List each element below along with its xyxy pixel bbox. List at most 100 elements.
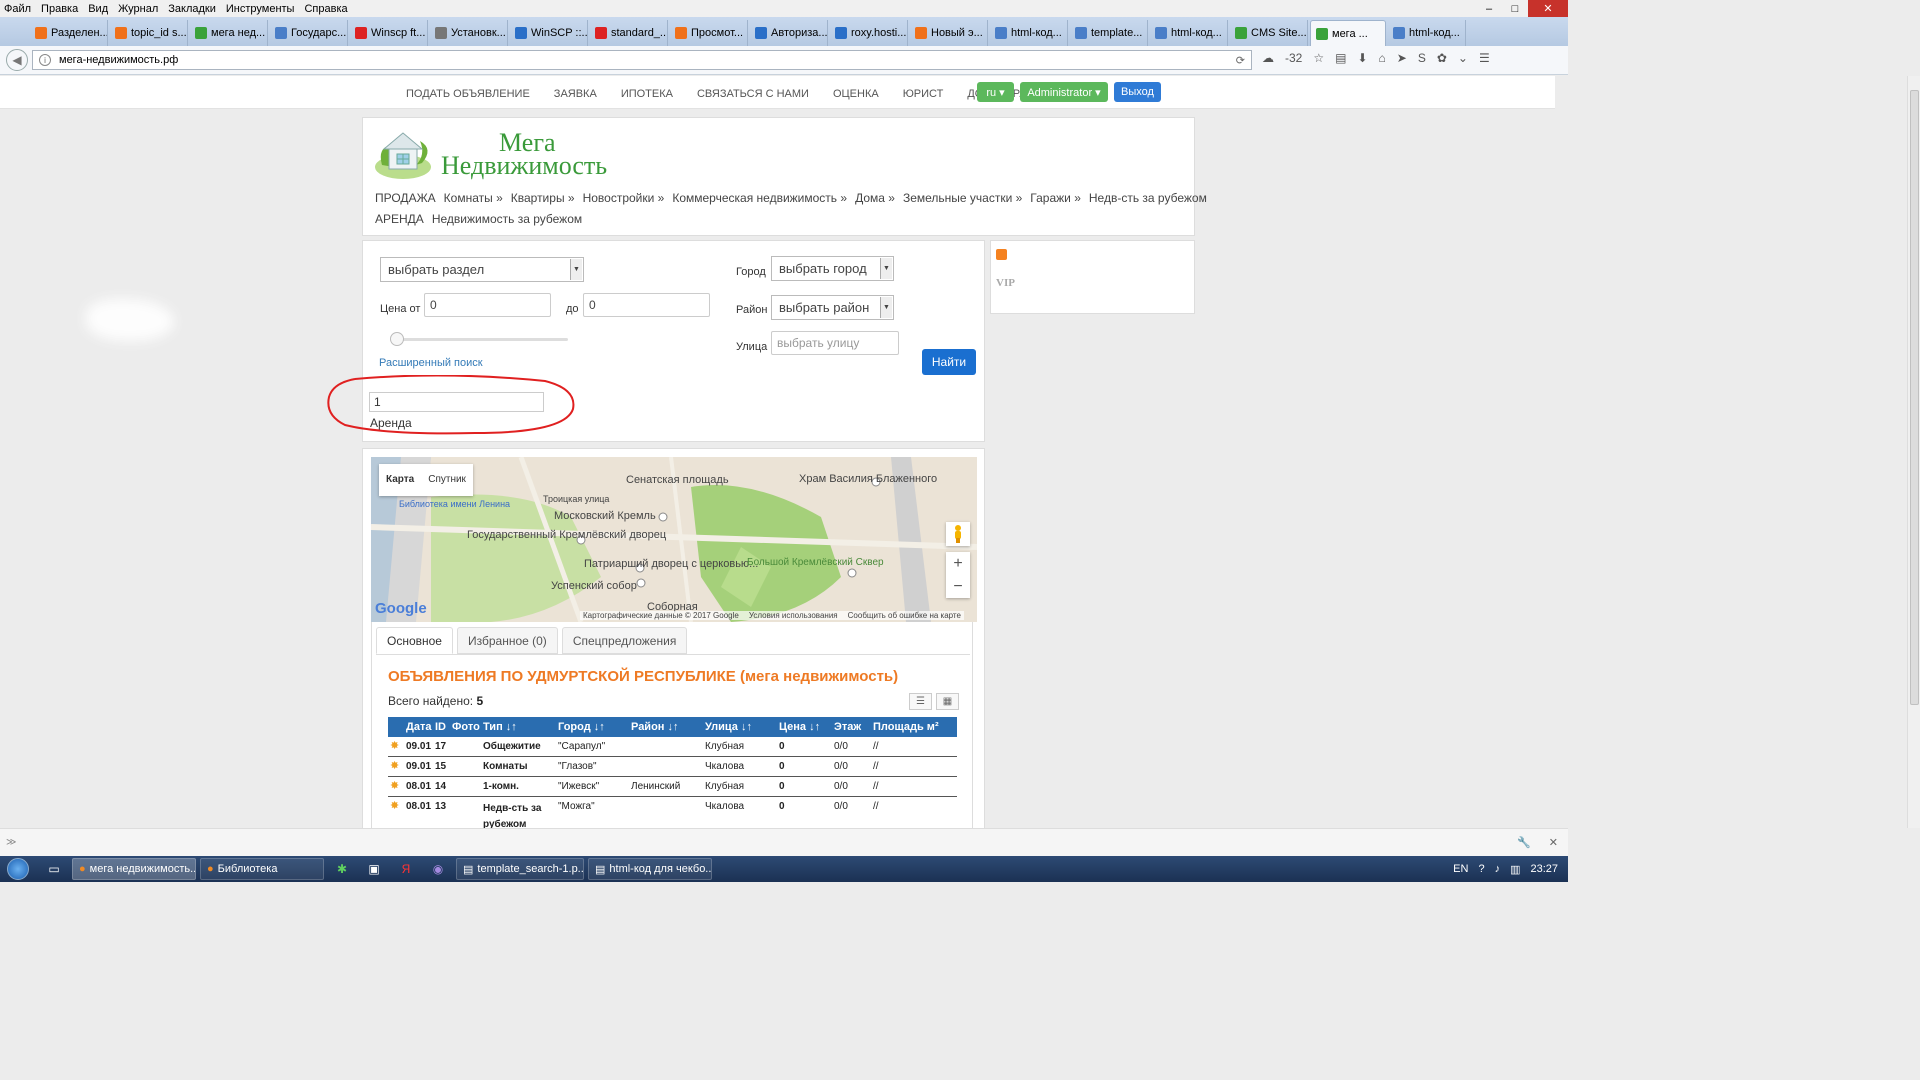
tab-favorites[interactable]: Избранное (0) xyxy=(456,627,558,654)
tab-main[interactable]: Основное xyxy=(376,627,453,654)
menu-edit[interactable]: Правка xyxy=(41,3,78,15)
browser-tab[interactable]: roxy.hosti... xyxy=(830,20,908,46)
browser-tab[interactable]: CMS Site... xyxy=(1230,20,1308,46)
reading-list-icon[interactable]: ▤ xyxy=(1335,51,1346,65)
browser-tab[interactable]: html-код... xyxy=(990,20,1068,46)
cat-rent-abroad[interactable]: Недвижимость за рубежом xyxy=(432,209,582,230)
yandex-icon[interactable]: Я xyxy=(392,858,420,880)
price-slider-handle[interactable] xyxy=(390,332,404,346)
map-tab-satellite[interactable]: Спутник xyxy=(421,464,473,496)
cat-land[interactable]: Земельные участки » xyxy=(903,188,1022,209)
zoom-in-button[interactable]: + xyxy=(953,555,962,573)
table-row[interactable]: ✸ 08.01 14 1-комн. "Ижевск" Ленинский Кл… xyxy=(388,777,957,797)
topnav-link-contact[interactable]: СВЯЗАТЬСЯ С НАМИ xyxy=(697,88,809,100)
street-input[interactable]: выбрать улицу xyxy=(771,331,899,355)
clock[interactable]: 23:27 xyxy=(1530,863,1558,875)
cat-apartments[interactable]: Квартиры » xyxy=(511,188,575,209)
topnav-link-lawyer[interactable]: ЮРИСТ xyxy=(903,88,944,100)
wrench-icon[interactable]: 🔧 xyxy=(1517,836,1531,849)
menu-history[interactable]: Журнал xyxy=(118,3,158,15)
topnav-link-submit-ad[interactable]: ПОДАТЬ ОБЪЯВЛЕНИЕ xyxy=(406,88,530,100)
volume-icon[interactable]: ♪ xyxy=(1495,863,1501,875)
topnav-link-request[interactable]: ЗАЯВКА xyxy=(554,88,597,100)
table-row[interactable]: ✸ 09.01 15 Комнаты "Глазов" Чкалова 0 0/… xyxy=(388,757,957,777)
house-leaf-icon[interactable] xyxy=(372,127,435,183)
rss-icon[interactable] xyxy=(996,249,1007,260)
col-price[interactable]: Цена ↓↑ xyxy=(779,721,820,733)
bookmark-star-icon[interactable]: ☆ xyxy=(1313,51,1324,65)
col-street[interactable]: Улица ↓↑ xyxy=(705,721,752,733)
close-icon[interactable]: ✕ xyxy=(1549,836,1558,849)
topnav-link-appraisal[interactable]: ОЦЕНКА xyxy=(833,88,879,100)
admin-dropdown[interactable]: Administrator ▾ xyxy=(1020,82,1108,102)
table-row[interactable]: ✸ 09.01 17 Общежитие "Сарапул" Клубная 0… xyxy=(388,737,957,757)
col-district[interactable]: Район ↓↑ xyxy=(631,721,679,733)
price-from-input[interactable]: 0 xyxy=(424,293,551,317)
row-type[interactable]: Общежитие xyxy=(483,741,541,752)
row-type[interactable]: 1-комн. xyxy=(483,781,519,792)
logo-text-realty[interactable]: Недвижимость xyxy=(441,151,607,181)
row-type[interactable]: Комнаты xyxy=(483,761,528,772)
map-tab-map[interactable]: Карта xyxy=(379,464,421,496)
map-terms-link[interactable]: Условия использования xyxy=(749,611,838,620)
scrollbar-thumb[interactable] xyxy=(1910,90,1919,705)
taskbar-item-library[interactable]: ● Библиотека xyxy=(200,858,324,880)
chevron-right-icon[interactable]: ≫ xyxy=(6,837,16,848)
tab-special-offers[interactable]: Спецпредложения xyxy=(561,627,688,654)
cat-sale[interactable]: ПРОДАЖА xyxy=(375,188,436,209)
extension-icon[interactable]: ✿ xyxy=(1437,51,1447,65)
cat-houses[interactable]: Дома » xyxy=(855,188,895,209)
home-icon[interactable]: ⌂ xyxy=(1379,51,1386,65)
menu-help[interactable]: Справка xyxy=(304,3,347,15)
browser-tab[interactable]: html-код... xyxy=(1388,20,1466,46)
app-icon[interactable]: ✱ xyxy=(328,858,356,880)
browser-tab[interactable]: Разделен... xyxy=(30,20,108,46)
vertical-scrollbar[interactable] xyxy=(1907,76,1920,828)
browser-tab[interactable]: мега ... xyxy=(1310,20,1386,46)
menu-icon[interactable]: ☰ xyxy=(1479,51,1490,65)
browser-tab[interactable]: Авториза... xyxy=(750,20,828,46)
price-to-input[interactable]: 0 xyxy=(583,293,710,317)
rent-type-input[interactable]: 1 xyxy=(369,392,544,412)
grid-view-icon[interactable]: ▦ xyxy=(936,693,959,710)
col-type[interactable]: Тип ↓↑ xyxy=(483,721,517,733)
chevron-down-icon[interactable]: ⌄ xyxy=(1458,51,1468,65)
cat-rooms[interactable]: Комнаты » xyxy=(444,188,503,209)
taskbar-item-html[interactable]: ▤ html-код для чекбо... xyxy=(588,858,712,880)
browser-tab[interactable]: WinSCP ::... xyxy=(510,20,588,46)
download-icon[interactable]: ⬇ xyxy=(1357,51,1367,65)
back-button[interactable]: ◀ xyxy=(6,49,28,71)
help-icon[interactable]: ? xyxy=(1478,863,1484,875)
browser-tab[interactable]: Новый э... xyxy=(910,20,988,46)
browser-tab[interactable]: Установк... xyxy=(430,20,508,46)
info-icon[interactable]: i xyxy=(39,54,51,66)
browser-tab[interactable]: html-код... xyxy=(1150,20,1228,46)
taskbar-item-template[interactable]: ▤ template_search-1.p... xyxy=(456,858,584,880)
skype-icon[interactable]: S xyxy=(1418,51,1426,65)
district-select[interactable]: выбрать район ▼ xyxy=(771,295,894,320)
menu-bookmarks[interactable]: Закладки xyxy=(168,3,216,15)
browser-tab[interactable]: Winscp ft... xyxy=(350,20,428,46)
browser-tab[interactable]: Государс... xyxy=(270,20,348,46)
start-button[interactable] xyxy=(0,856,36,882)
pegman-icon[interactable] xyxy=(946,522,970,546)
col-city[interactable]: Город ↓↑ xyxy=(558,721,605,733)
menu-file[interactable]: Файл xyxy=(4,3,31,15)
browser-tab[interactable]: мега нед... xyxy=(190,20,268,46)
cat-new-buildings[interactable]: Новостройки » xyxy=(583,188,665,209)
topnav-link-mortgage[interactable]: ИПОТЕКА xyxy=(621,88,673,100)
logout-button[interactable]: Выход xyxy=(1114,82,1161,102)
browser-tab[interactable]: topic_id s... xyxy=(110,20,188,46)
col-id[interactable]: ID xyxy=(435,721,446,733)
zoom-out-button[interactable]: − xyxy=(953,578,962,596)
advanced-search-link[interactable]: Расширенный поиск xyxy=(379,357,483,369)
maximize-button[interactable]: □ xyxy=(1502,0,1528,17)
map-report-link[interactable]: Сообщить об ошибке на карте xyxy=(848,611,961,620)
table-row[interactable]: ✸ 08.01 13 Недв-сть за рубежом "Можга" Ч… xyxy=(388,797,957,828)
city-select[interactable]: выбрать город ▼ xyxy=(771,256,894,281)
browser-tab[interactable]: standard_... xyxy=(590,20,668,46)
list-view-icon[interactable]: ☰ xyxy=(909,693,932,710)
cat-rent[interactable]: АРЕНДА xyxy=(375,209,424,230)
price-slider-track[interactable] xyxy=(391,338,568,341)
cat-abroad[interactable]: Недв-сть за рубежом xyxy=(1089,188,1207,209)
